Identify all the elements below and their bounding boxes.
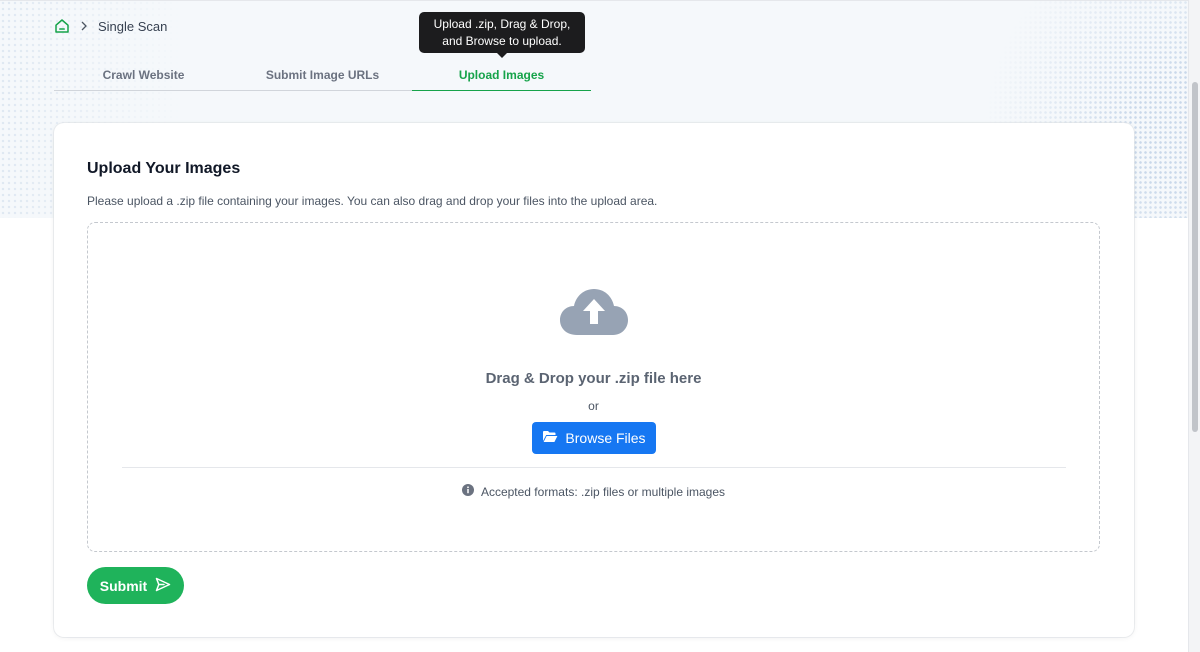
folder-open-icon (542, 430, 558, 446)
chevron-right-icon (80, 18, 88, 34)
top-divider (0, 0, 1188, 1)
tooltip-line-1: Upload .zip, Drag & Drop, (433, 17, 571, 31)
submit-button[interactable]: Submit (87, 567, 184, 604)
upload-tab-tooltip: Upload .zip, Drag & Drop, and Browse to … (419, 12, 585, 58)
breadcrumb-current: Single Scan (98, 18, 168, 34)
tooltip-line-2: and Browse to upload. (442, 34, 562, 48)
dropzone-title: Drag & Drop your .zip file here (485, 370, 702, 387)
home-icon[interactable] (54, 18, 70, 34)
tab-crawl-website[interactable]: Crawl Website (54, 62, 233, 90)
cloud-upload-icon (559, 287, 629, 342)
scrollbar-thumb[interactable] (1192, 82, 1198, 432)
scan-type-tabs: Crawl Website Submit Image URLs Upload I… (54, 62, 591, 91)
tab-submit-image-urls[interactable]: Submit Image URLs (233, 62, 412, 90)
dropzone-divider (122, 467, 1066, 468)
accepted-formats-note: Accepted formats: .zip files or multiple… (88, 484, 1099, 499)
card-description: Please upload a .zip file containing you… (87, 194, 658, 208)
accepted-formats-text: Accepted formats: .zip files or multiple… (480, 484, 726, 499)
card-title: Upload Your Images (87, 160, 241, 177)
browse-files-button[interactable]: Browse Files (532, 422, 656, 454)
browse-files-label: Browse Files (565, 430, 646, 446)
submit-label: Submit (99, 577, 148, 594)
info-icon (461, 484, 474, 499)
tab-upload-images[interactable]: Upload Images (412, 62, 591, 91)
page-scrollbar[interactable] (1188, 0, 1200, 652)
send-icon (155, 577, 171, 595)
upload-card: Upload Your Images Please upload a .zip … (54, 123, 1134, 637)
breadcrumb: Single Scan (54, 17, 167, 35)
upload-dropzone[interactable]: Drag & Drop your .zip file here or Brows… (87, 222, 1100, 552)
dropzone-or: or (588, 399, 599, 413)
